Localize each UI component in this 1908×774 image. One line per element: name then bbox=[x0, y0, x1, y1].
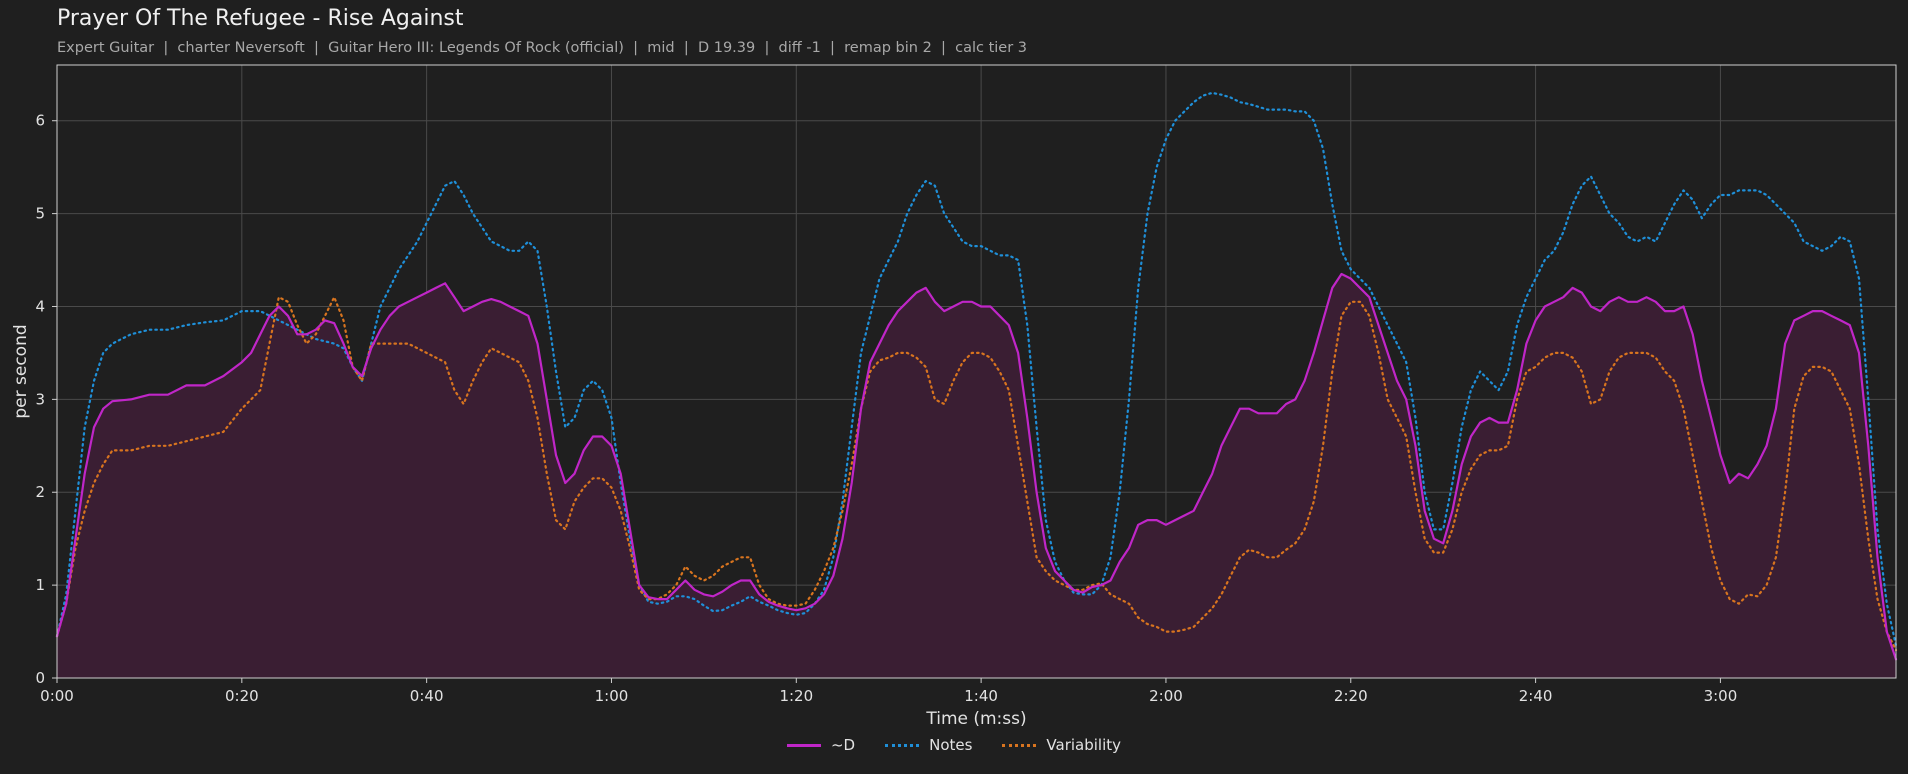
legend-label: Notes bbox=[929, 736, 973, 754]
area-fill-layer bbox=[57, 273, 1896, 678]
y-tick-label: 6 bbox=[35, 112, 45, 130]
legend-label: Variability bbox=[1046, 736, 1122, 754]
x-tick-label: 1:40 bbox=[964, 687, 998, 705]
x-tick-label: 2:40 bbox=[1519, 687, 1553, 705]
x-tick-label: 1:00 bbox=[595, 687, 629, 705]
y-tick-label: 5 bbox=[35, 205, 45, 223]
y-tick-label: 3 bbox=[35, 390, 45, 408]
legend-item: Notes bbox=[885, 736, 972, 754]
legend: ~D Notes Variability bbox=[0, 736, 1908, 754]
legend-item: ~D bbox=[786, 736, 856, 754]
x-tick-label: 0:20 bbox=[225, 687, 259, 705]
y-tick-label: 1 bbox=[35, 576, 45, 594]
y-tick-label: 0 bbox=[35, 669, 45, 687]
x-tick-label: 0:40 bbox=[410, 687, 444, 705]
legend-swatch bbox=[786, 743, 821, 747]
y-axis-label: per second bbox=[11, 324, 31, 418]
chart-canvas: 0:00 0:20 0:40 1:00 1:20 1:40 2:00 2:20 2:40 3:00… bbox=[11, 64, 1898, 729]
legend-swatch bbox=[885, 743, 920, 747]
y-tick-label: 4 bbox=[35, 297, 45, 315]
x-tick-label: 1:20 bbox=[779, 687, 813, 705]
y-tick-label: 2 bbox=[35, 483, 45, 501]
x-axis-label: Time (m:ss) bbox=[925, 709, 1026, 729]
legend-item: Variability bbox=[1002, 736, 1121, 754]
x-tick-label: 2:00 bbox=[1149, 687, 1183, 705]
series-area-fill bbox=[57, 273, 1896, 678]
legend-swatch bbox=[1002, 743, 1037, 747]
x-tick-label: 2:20 bbox=[1334, 687, 1368, 705]
legend-label: ~D bbox=[830, 736, 856, 754]
x-tick-label: 3:00 bbox=[1704, 687, 1738, 705]
x-tick-label: 0:00 bbox=[40, 687, 74, 705]
